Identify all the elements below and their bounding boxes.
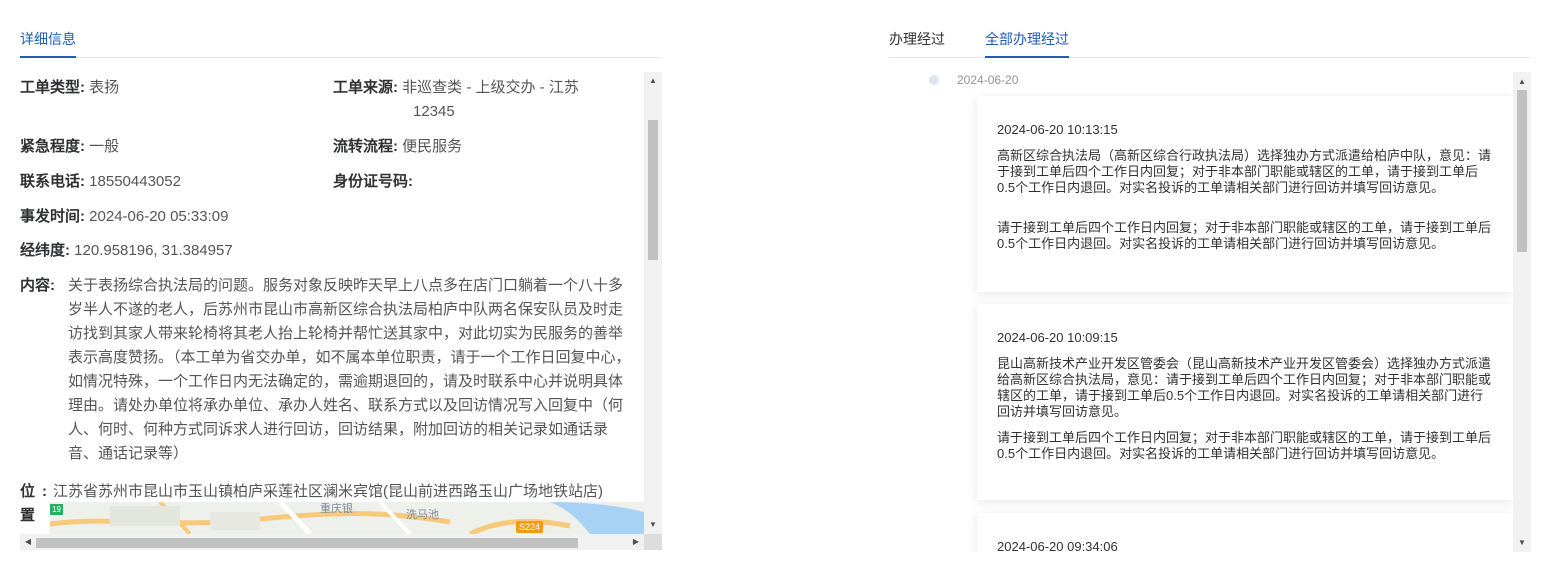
timeline-scroll-area[interactable]: 2024-06-20 2024-06-20 10:13:15 高新区综合执法局（…: [889, 72, 1531, 552]
scroll-thumb[interactable]: [648, 120, 658, 260]
field-label: 事发时间:: [20, 208, 85, 225]
detail-panel: 详细信息 工单类型: 表扬 工单来源: 非巡查类 - 上级交办 - 江苏 123…: [20, 0, 662, 552]
field-ticket-type: 工单类型: 表扬: [20, 76, 119, 100]
scroll-up-arrow[interactable]: ▲: [648, 76, 658, 86]
field-phone: 联系电话: 18550443052: [20, 170, 181, 194]
field-urgency: 紧急程度: 一般: [20, 135, 119, 159]
field-content: 内容: 关于表扬综合执法局的问题。服务对象反映昨天早上八点多在店门口躺着一个八十…: [20, 274, 632, 466]
field-label: 流转流程:: [333, 138, 398, 155]
field-label: 紧急程度:: [20, 138, 85, 155]
scroll-thumb[interactable]: [1517, 90, 1527, 252]
road-badge-left: 19: [50, 504, 63, 515]
field-value: 便民服务: [402, 138, 463, 155]
field-location-label: 位置: [20, 480, 42, 528]
field-label: 联系电话:: [20, 173, 85, 190]
location-map[interactable]: 19 重庆银 洗马池 S224: [50, 502, 644, 534]
field-label: 工单类型:: [20, 79, 85, 96]
field-value: 江苏省苏州市昆山市玉山镇柏庐采莲社区澜米宾馆(昆山前进西路玉山广场地铁站店): [53, 483, 603, 500]
timeline-date: 2024-06-20: [957, 73, 1019, 87]
card-time: 2024-06-20 09:34:06: [997, 539, 1118, 552]
detail-tabs: 详细信息: [20, 28, 662, 58]
card-time: 2024-06-20 10:13:15: [997, 122, 1118, 137]
scroll-left-arrow[interactable]: ◀: [23, 537, 33, 547]
road-badge: S224: [516, 521, 544, 533]
scroll-down-arrow[interactable]: ▼: [1517, 538, 1527, 548]
map-label-a: 重庆银: [320, 503, 353, 515]
scroll-up-arrow[interactable]: ▲: [1517, 77, 1527, 87]
tab-process[interactable]: 办理经过: [889, 31, 945, 58]
process-panel: 办理经过 全部办理经过 2024-06-20 2024-06-20 10:13:…: [889, 0, 1531, 552]
card-time: 2024-06-20 10:09:15: [997, 330, 1118, 345]
timeline-dot: [929, 75, 939, 85]
field-label: 工单来源:: [333, 79, 398, 96]
field-value: 关于表扬综合执法局的问题。服务对象反映昨天早上八点多在店门口躺着一个八十多岁半人…: [68, 277, 631, 462]
field-id-number: 身份证号码:: [333, 170, 413, 194]
scroll-down-arrow[interactable]: ▼: [648, 520, 658, 530]
field-ticket-source: 工单来源: 非巡查类 - 上级交办 - 江苏 12345: [333, 76, 633, 124]
card-reply-note: 请于接到工单后四个工作日内回复；对于非本部门职能或辖区的工单，请于接到工单后0.…: [997, 430, 1492, 461]
field-label: 经纬度:: [20, 242, 70, 259]
tab-all-process[interactable]: 全部办理经过: [985, 31, 1069, 58]
card-opinion: 高新区综合执法局（高新区综合行政执法局）选择独办方式派遣给柏庐中队，意见：请于接…: [997, 148, 1492, 195]
right-vertical-scrollbar[interactable]: ▲ ▼: [1513, 72, 1531, 552]
field-incident-time: 事发时间: 2024-06-20 05:33:09: [20, 205, 228, 229]
field-coordinates: 经纬度: 120.958196, 31.384957: [20, 239, 233, 263]
field-value: 2024-06-20 05:33:09: [89, 208, 229, 225]
scroll-right-arrow[interactable]: ▶: [631, 537, 641, 547]
field-label: 位置: [20, 483, 36, 524]
timeline-card: 2024-06-20 10:13:15 高新区综合执法局（高新区综合行政执法局）…: [977, 96, 1513, 292]
timeline-card: 2024-06-20 09:34:06: [977, 513, 1513, 552]
detail-scroll-area[interactable]: 工单类型: 表扬 工单来源: 非巡查类 - 上级交办 - 江苏 12345 紧急…: [20, 72, 662, 550]
field-flow: 流转流程: 便民服务: [333, 135, 462, 159]
field-value: 非巡查类 - 上级交办 - 江苏: [402, 79, 579, 96]
location-colon: :: [42, 483, 47, 500]
card-opinion: 昆山高新技术产业开发区管委会（昆山高新技术产业开发区管委会）选择独办方式派遣给高…: [997, 356, 1492, 419]
field-value: 120.958196, 31.384957: [74, 242, 233, 259]
field-label: 内容:: [20, 277, 55, 294]
process-tabs: 办理经过 全部办理经过: [889, 28, 1531, 58]
left-vertical-scrollbar[interactable]: ▲ ▼: [644, 72, 662, 534]
scroll-thumb[interactable]: [36, 538, 578, 548]
map-label-b: 洗马池: [406, 509, 439, 521]
field-value: 表扬: [89, 79, 120, 96]
tab-detail-info[interactable]: 详细信息: [20, 31, 76, 58]
field-value-cont: 12345: [413, 103, 455, 120]
field-label: 身份证号码:: [333, 173, 413, 190]
detail-content: 工单类型: 表扬 工单来源: 非巡查类 - 上级交办 - 江苏 12345 紧急…: [20, 72, 644, 534]
field-location: : 江苏省苏州市昆山市玉山镇柏庐采莲社区澜米宾馆(昆山前进西路玉山广场地铁站店): [42, 480, 644, 504]
field-value: 一般: [89, 138, 120, 155]
timeline-card: 2024-06-20 10:09:15 昆山高新技术产业开发区管委会（昆山高新技…: [977, 304, 1513, 500]
field-value: 18550443052: [89, 173, 181, 190]
scrollbar-corner: [644, 534, 662, 550]
left-horizontal-scrollbar[interactable]: ◀ ▶: [20, 534, 644, 550]
card-reply-note: 请于接到工单后四个工作日内回复；对于非本部门职能或辖区的工单，请于接到工单后0.…: [997, 220, 1492, 251]
